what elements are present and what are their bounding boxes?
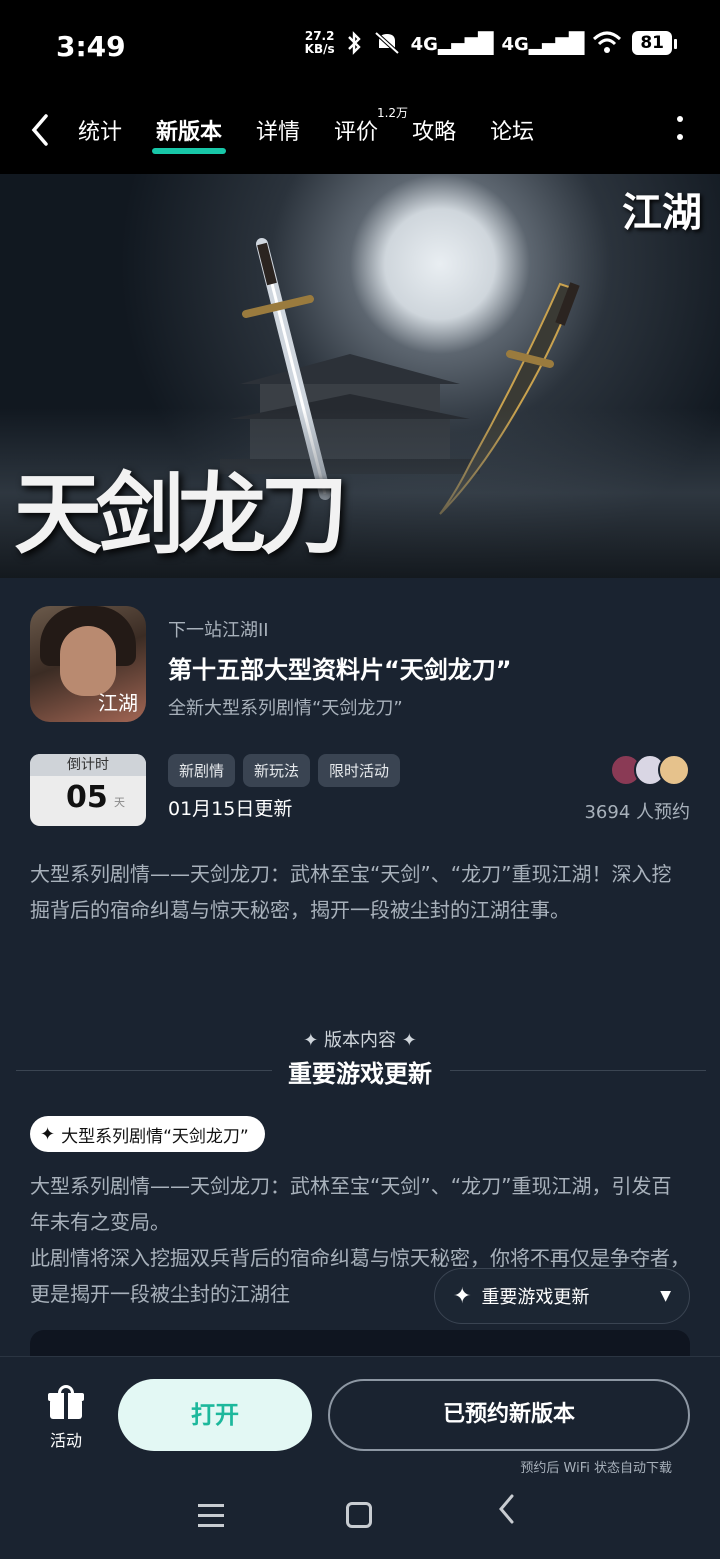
countdown-value: 05: [66, 780, 108, 815]
home-button[interactable]: [346, 1502, 372, 1528]
back-button[interactable]: [28, 112, 68, 152]
caret-down-icon: ▼: [660, 1288, 671, 1304]
mute-icon: [374, 31, 399, 55]
countdown-unit: 天: [114, 796, 125, 809]
icon-logo: 江湖: [98, 691, 138, 715]
tab-stats[interactable]: 统计: [78, 114, 122, 148]
icon-face: [60, 626, 116, 696]
top-nav: 统计 新版本 详情 评价 1.2万 攻略 论坛: [0, 96, 720, 174]
signal-4g-2: 4G▂▄▆█: [501, 31, 584, 55]
tab-reviews-label: 评价: [334, 120, 379, 145]
open-button[interactable]: 打开: [118, 1379, 312, 1451]
wifi-icon: [593, 31, 622, 53]
toc-dropdown[interactable]: ✦ 重要游戏更新 ▼: [434, 1268, 690, 1324]
avatar: [658, 754, 690, 786]
tag-limited-event: 限时活动: [318, 754, 401, 787]
tab-reviews[interactable]: 评价 1.2万: [334, 106, 408, 148]
toc-label: 重要游戏更新: [481, 1287, 590, 1308]
signal-4g-1: 4G▂▄▆█: [410, 31, 494, 55]
activity-label: 活动: [49, 1431, 82, 1450]
net-speed-unit: KB/s: [304, 42, 335, 56]
status-bar: 3:49 27.2 KB/s 4G▂▄▆█ 4G▂▄▆█ 81: [0, 0, 720, 96]
net-speed: 27.2 KB/s: [305, 30, 335, 56]
tag-new-story: 新剧情: [168, 754, 236, 787]
version-banner[interactable]: 天剑龙刀 江湖: [0, 174, 720, 578]
sparkle-icon: ✦: [453, 1283, 472, 1309]
feature-body-para-1: 大型系列剧情——天剑龙刀：武林至宝“天剑”、“龙刀”重现江湖，引发百年未有之变局…: [30, 1174, 672, 1234]
game-name: 下一站江湖II: [168, 620, 269, 641]
version-subline: 全新大型系列剧情“天剑龙刀”: [168, 698, 403, 719]
activity-button[interactable]: 活动: [44, 1385, 88, 1451]
section-title: 重要游戏更新: [288, 1060, 432, 1088]
reserved-version-button[interactable]: 已预约新版本: [328, 1379, 690, 1451]
banner-title: 天剑龙刀: [14, 462, 348, 566]
gift-icon: [48, 1385, 84, 1421]
tab-new-version[interactable]: 新版本: [152, 114, 227, 154]
bluetooth-icon: [347, 31, 361, 55]
tab-guides[interactable]: 攻略: [412, 114, 456, 148]
reserver-avatars: [610, 754, 690, 786]
status-icons: 27.2 KB/s 4G▂▄▆█ 4G▂▄▆█ 81: [305, 30, 677, 56]
more-vertical-icon: [677, 116, 683, 140]
reserve-count: 3694 人预约: [584, 802, 690, 823]
version-headline: 第十五部大型资料片“天剑龙刀”: [168, 656, 512, 684]
review-count-badge: 1.2万: [376, 106, 409, 120]
countdown-label: 倒计时: [30, 754, 146, 776]
tab-details[interactable]: 详情: [256, 114, 300, 148]
system-nav-bar: [0, 1470, 720, 1559]
recent-apps-button[interactable]: [198, 1504, 224, 1534]
section-kicker: ✦ 版本内容 ✦: [303, 1030, 417, 1051]
chevron-left-icon: [31, 114, 48, 146]
feature-pill-label: 大型系列剧情“天剑龙刀”: [61, 1126, 249, 1147]
sparkle-icon: ✦: [40, 1123, 56, 1145]
system-back-button[interactable]: [496, 1492, 518, 1535]
version-description: 大型系列剧情——天剑龙刀：武林至宝“天剑”、“龙刀”重现江湖！深入挖掘背后的宿命…: [30, 862, 672, 922]
tag-list: 新剧情 新玩法 限时活动: [168, 754, 401, 787]
tab-bar: 统计 新版本 详情 评价 1.2万 攻略 论坛: [78, 106, 568, 154]
game-icon[interactable]: 江湖: [30, 606, 146, 722]
chevron-left-icon: [499, 1494, 514, 1524]
tag-new-gameplay: 新玩法: [243, 754, 311, 787]
banner-logo: 江湖: [622, 189, 702, 236]
tab-forum[interactable]: 论坛: [490, 114, 534, 148]
countdown-card: 倒计时 05 天: [30, 754, 146, 826]
battery-indicator: 81: [632, 31, 677, 55]
more-options-button[interactable]: [676, 114, 684, 147]
feature-pill: ✦ 大型系列剧情“天剑龙刀”: [30, 1116, 265, 1152]
status-time: 3:49: [56, 30, 126, 63]
update-date: 01月15日更新: [168, 798, 293, 820]
